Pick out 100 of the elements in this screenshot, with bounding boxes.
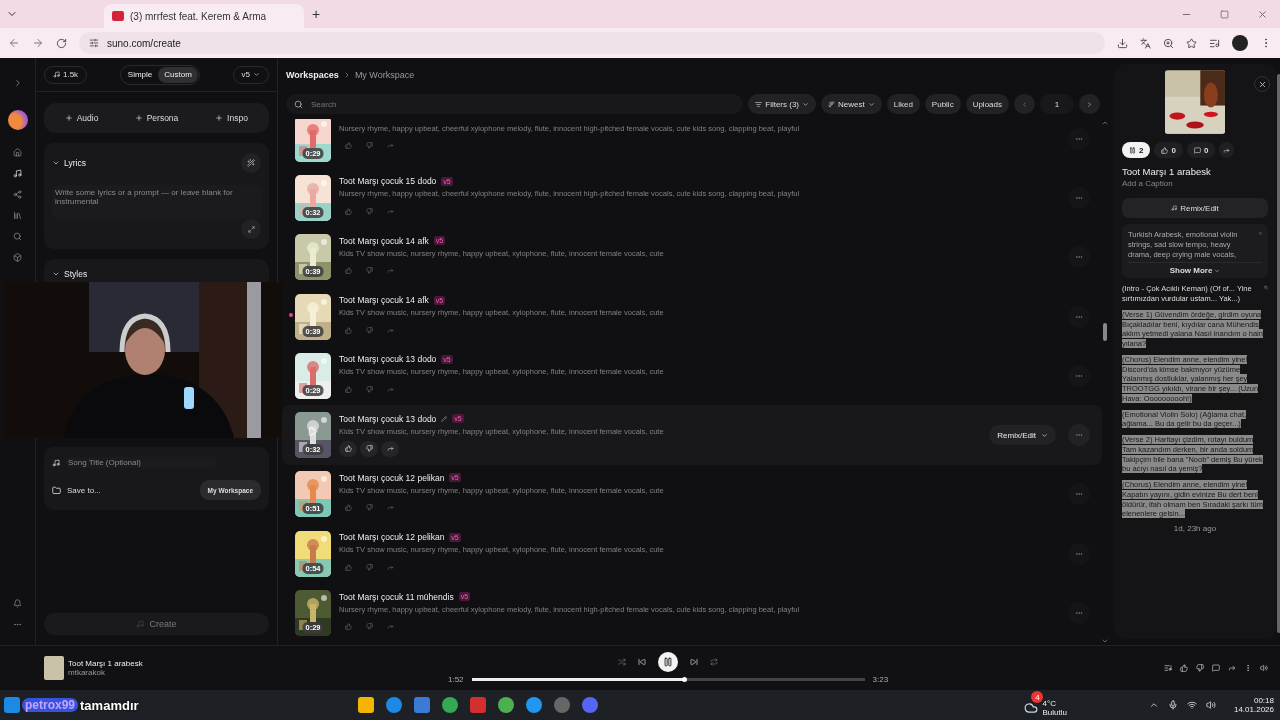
media-control-button[interactable] [1209, 37, 1220, 49]
volume-button[interactable] [1260, 664, 1268, 672]
like-button[interactable] [339, 440, 357, 457]
comment-count-button[interactable]: 0 [1186, 142, 1216, 158]
volume-icon [1205, 700, 1216, 710]
more-icon [13, 620, 22, 629]
bookmark-star-button[interactable] [1186, 37, 1197, 49]
maximize-button[interactable] [1220, 9, 1229, 19]
forward-button[interactable] [32, 37, 44, 49]
chrome-icon[interactable] [498, 697, 514, 713]
share-icon [386, 445, 394, 453]
filter-toggle[interactable]: Liked [886, 94, 920, 114]
shuffle-button[interactable] [618, 658, 627, 666]
song-title[interactable]: Toot Marşı çocuk 15 dodo [339, 176, 437, 187]
close-button[interactable] [1254, 76, 1270, 92]
breadcrumb-link[interactable]: My Workspace [354, 70, 415, 80]
share-icon [386, 504, 394, 512]
profile-avatar[interactable] [1232, 35, 1248, 51]
now-playing-title[interactable]: Toot Marşı 1 arabesk [68, 659, 448, 668]
artist-name[interactable]: mtkarakok [68, 668, 448, 677]
mode-button[interactable]: Simple [121, 66, 159, 83]
like-button[interactable] [1180, 664, 1188, 672]
app-icon[interactable] [554, 697, 570, 713]
browser-tab[interactable]: (3) mrrfest feat. Kerem & Arma [104, 4, 304, 28]
clock[interactable]: 00:18 14.01.2026 [1233, 696, 1274, 714]
comment-button[interactable] [1212, 664, 1220, 672]
song-title[interactable]: Toot Marşı çocuk 13 dodo [339, 413, 437, 424]
lyrics-card[interactable]: Lyrics Write some lyrics or a prompt — or leave blank for instrumental [44, 143, 269, 249]
start-icon[interactable] [4, 697, 20, 713]
remix-button[interactable]: Remix/Edit [989, 425, 1056, 446]
translate-icon [1140, 37, 1151, 49]
song-title[interactable]: Toot Marşı çocuk 13 dodo [339, 354, 437, 365]
music-note-icon [53, 71, 60, 78]
magic-wand-button[interactable] [241, 153, 261, 173]
share-button[interactable] [1228, 664, 1236, 672]
previous-button[interactable] [638, 658, 647, 666]
next-button[interactable] [690, 658, 699, 666]
scrollbar[interactable] [1277, 74, 1280, 633]
search-input[interactable]: Search [309, 98, 423, 110]
add-button[interactable]: Inspo [194, 103, 269, 133]
discord-icon[interactable] [582, 697, 598, 713]
close-button[interactable] [1257, 8, 1268, 20]
queue-button[interactable] [1164, 664, 1172, 672]
chrome-icon[interactable] [526, 697, 542, 713]
wifi-button[interactable] [1186, 700, 1197, 710]
filter-toggle[interactable]: Uploads [965, 94, 1009, 114]
weather-widget[interactable]: 4 4°C Bulutlu [1024, 691, 1067, 719]
filter-toggle[interactable]: Public [924, 94, 961, 114]
breadcrumb-link[interactable]: Workspaces [286, 70, 339, 80]
edge-browser-icon[interactable] [386, 697, 402, 713]
user-avatar[interactable] [7, 110, 28, 130]
expand-button[interactable] [241, 219, 261, 239]
song-title[interactable]: Toot Marşı çocuk 14 afk [339, 235, 429, 246]
share-button[interactable] [381, 440, 399, 457]
song-title[interactable]: Toot Marşı çocuk 12 pelikan [339, 472, 445, 483]
styles-toggle[interactable]: Styles [52, 269, 88, 279]
remix-button[interactable]: Remix/Edit [1122, 198, 1268, 218]
more-button[interactable] [1244, 664, 1252, 672]
address-bar[interactable]: suno.com/create [79, 32, 1105, 54]
page-field[interactable]: 1 [1040, 94, 1074, 114]
play-count-button[interactable]: 2 [1122, 142, 1151, 158]
sort-button[interactable]: Newest [821, 94, 882, 114]
app-icon[interactable] [470, 697, 486, 713]
dislike-button[interactable] [1196, 664, 1204, 672]
more-button[interactable] [13, 620, 22, 629]
song-title[interactable]: Toot Marşı çocuk 12 pelikan [339, 532, 445, 543]
play-pause-button[interactable] [658, 652, 679, 672]
dislike-button[interactable] [360, 440, 378, 457]
repeat-button[interactable] [710, 658, 719, 666]
volume-button[interactable] [1205, 700, 1216, 710]
translate-button[interactable] [1140, 37, 1151, 49]
chrome-icon[interactable] [442, 697, 458, 713]
install-button[interactable] [1117, 37, 1128, 49]
song-title[interactable]: Toot Marşı çocuk 14 afk [339, 295, 429, 306]
mode-button[interactable]: Custom [158, 66, 198, 83]
reload-button[interactable] [56, 37, 67, 49]
folder-icon[interactable] [358, 697, 374, 713]
caption-field[interactable]: Add a Caption [1122, 179, 1268, 188]
store-icon[interactable] [414, 697, 430, 713]
back-button[interactable] [8, 37, 20, 49]
new-tab-button[interactable]: + [312, 6, 321, 22]
add-button[interactable]: Persona [119, 103, 194, 133]
music-note-icon [13, 169, 22, 178]
notifications-button[interactable] [13, 599, 22, 608]
dislike-icon [365, 563, 373, 571]
chevron-up-button[interactable] [1148, 700, 1159, 710]
lyrics-toggle[interactable]: Lyrics [52, 158, 86, 168]
show-more-button[interactable]: Show More [1128, 262, 1262, 277]
search-field[interactable]: Search [286, 94, 744, 114]
like-count-button[interactable]: 0 [1154, 142, 1183, 158]
song-title[interactable]: Toot Marşı çocuk 11 mühendis [339, 591, 454, 602]
sidebar-nav-item[interactable] [13, 169, 22, 178]
filters-button[interactable]: Filters (3) [748, 94, 817, 114]
add-button[interactable]: Audio [44, 103, 119, 133]
share-icon [1228, 664, 1236, 672]
share-button[interactable] [1219, 142, 1235, 158]
microphone-button[interactable] [1167, 700, 1178, 710]
scrollbar[interactable] [1102, 119, 1108, 645]
zoom-button[interactable] [1163, 37, 1174, 49]
progress-bar[interactable] [471, 678, 865, 681]
